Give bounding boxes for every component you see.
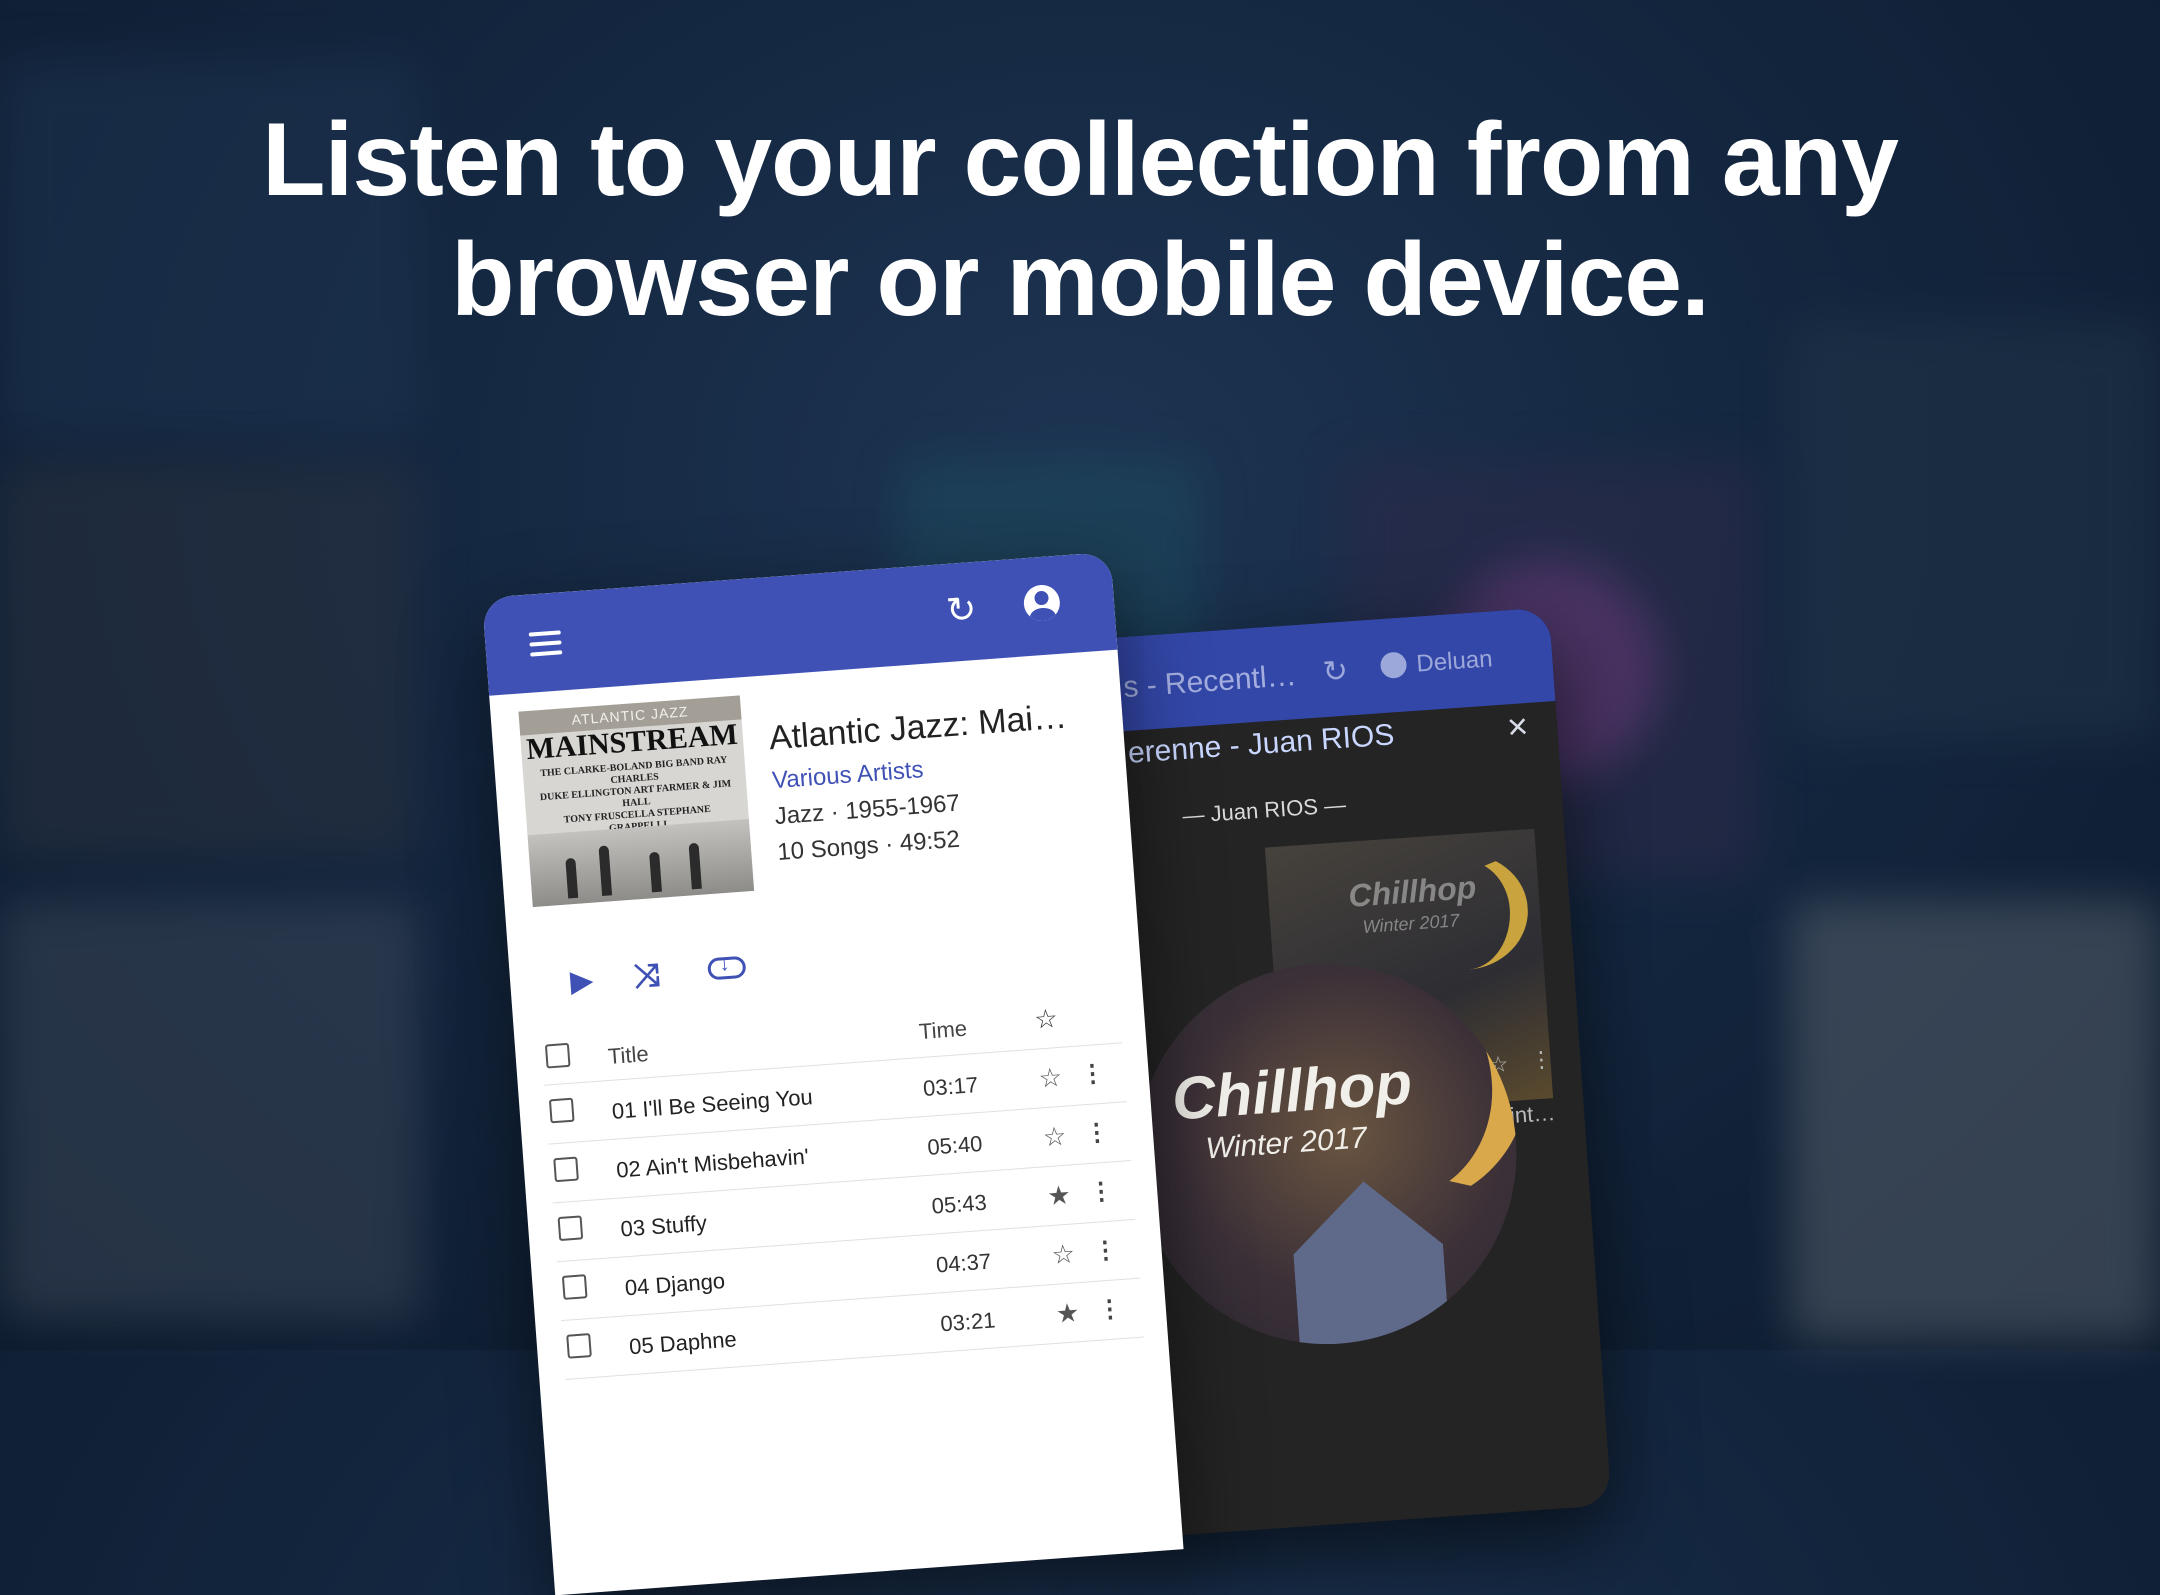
row-checkbox[interactable] — [566, 1333, 592, 1359]
moon-graphic — [1396, 849, 1532, 975]
artist-line: — Juan RIOS — — [1181, 791, 1347, 829]
row-checkbox[interactable] — [561, 1274, 588, 1300]
star-filled-icon[interactable]: ★ — [1046, 1180, 1072, 1213]
front-phone-screen: ↻ ATLANTIC JAZZ MAINSTREAM THE CLARKE-BO… — [482, 551, 1184, 1595]
more-icon[interactable]: ⋮ — [1084, 1118, 1110, 1149]
refresh-icon[interactable]: ↻ — [945, 588, 978, 632]
more-icon[interactable]: ⋮ — [1092, 1235, 1119, 1266]
user-name[interactable]: Deluan — [1416, 645, 1494, 678]
song-duration: 03:21 — [939, 1307, 997, 1337]
account-icon[interactable] — [1379, 651, 1408, 680]
song-duration: 04:37 — [935, 1248, 992, 1278]
album-title: Atlantic Jazz: Mai… — [767, 697, 1069, 758]
row-checkbox[interactable] — [553, 1156, 579, 1183]
more-icon[interactable]: ⋮ — [1079, 1059, 1106, 1090]
song-table: Title Time ☆ 01 I'll Be Seeing You 03:17… — [540, 992, 1144, 1380]
row-checkbox[interactable] — [548, 1097, 575, 1124]
headline-line-1: Listen to your collection from any — [262, 102, 1899, 218]
more-icon[interactable]: ⋮ — [1530, 1046, 1554, 1073]
back-page-title: s - Recentl… — [1122, 659, 1298, 705]
album-actions: ▶ ⤨ — [569, 956, 661, 1003]
account-icon[interactable] — [1022, 583, 1062, 623]
headline: Listen to your collection from any brows… — [0, 100, 2160, 340]
album-cover-large: Chillhop Winter 2017 — [1123, 951, 1530, 1357]
star-icon[interactable]: ☆ — [1038, 1062, 1064, 1095]
album-artist-link[interactable]: Various Artists — [771, 756, 924, 795]
song-title: 01 I'll Be Seeing You — [611, 1084, 814, 1124]
more-icon[interactable]: ⋮ — [1088, 1176, 1114, 1207]
star-icon[interactable]: ☆ — [1033, 1003, 1059, 1036]
song-duration: 03:17 — [922, 1072, 979, 1101]
select-all-checkbox[interactable] — [544, 1042, 571, 1069]
close-icon[interactable]: × — [1506, 705, 1530, 748]
background-blur-tile — [0, 460, 420, 860]
song-duration: 05:43 — [930, 1189, 988, 1219]
download-icon[interactable] — [707, 952, 747, 981]
song-title: 03 Stuffy — [619, 1210, 708, 1242]
column-header-title[interactable]: Title — [607, 1041, 650, 1070]
menu-icon[interactable] — [528, 630, 563, 657]
background-blur-tile — [0, 900, 420, 1320]
more-icon[interactable]: ⋮ — [1097, 1294, 1123, 1325]
album-cover: ATLANTIC JAZZ MAINSTREAM THE CLARKE-BOLA… — [518, 695, 755, 908]
song-duration: 05:40 — [926, 1130, 984, 1160]
column-header-time[interactable]: Time — [918, 1016, 968, 1045]
app-bar: ↻ — [482, 551, 1118, 696]
star-filled-icon[interactable]: ★ — [1055, 1297, 1081, 1330]
row-checkbox[interactable] — [557, 1215, 584, 1242]
star-icon[interactable]: ☆ — [1051, 1238, 1077, 1271]
headline-line-2: browser or mobile device. — [450, 222, 1710, 338]
play-icon[interactable]: ▶ — [569, 963, 595, 1000]
refresh-icon[interactable]: ↻ — [1322, 653, 1350, 690]
shuffle-icon[interactable]: ⤨ — [633, 956, 661, 996]
background-blur-tile — [1790, 900, 2160, 1340]
album-genre-years: Jazz · 1955-1967 — [773, 789, 961, 831]
album-song-count: 10 Songs · 49:52 — [776, 825, 961, 867]
background-blur-tile — [1790, 320, 2160, 740]
star-icon[interactable]: ☆ — [1042, 1121, 1068, 1154]
song-title: 05 Daphne — [628, 1326, 738, 1360]
cover-photo — [527, 819, 755, 908]
song-title: 02 Ain't Misbehavin' — [615, 1143, 810, 1183]
song-title: 04 Django — [623, 1268, 726, 1301]
